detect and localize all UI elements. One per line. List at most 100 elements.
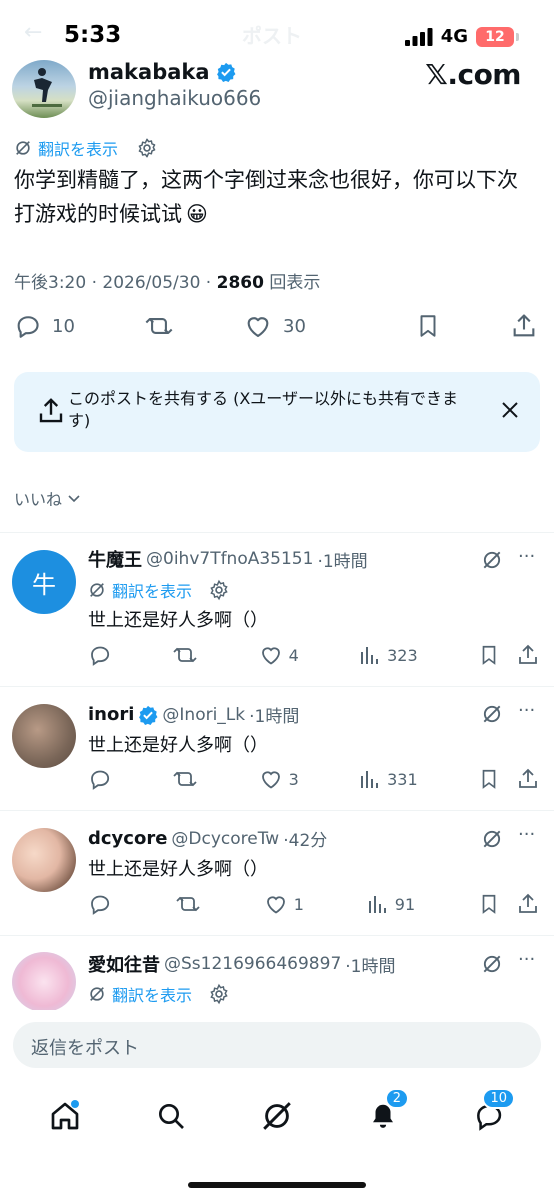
share-upload-icon <box>39 398 63 423</box>
reply-author-name[interactable]: dcycore <box>88 828 167 849</box>
reply-avatar[interactable] <box>12 952 76 1012</box>
translate-link[interactable]: 翻訳を表示 <box>112 982 192 1006</box>
reply-time: ·1時間 <box>345 956 396 977</box>
reply-author-name[interactable]: 愛如往昔 <box>88 951 160 977</box>
views-button[interactable]: 331 <box>359 768 418 790</box>
reply-button[interactable]: 10 <box>14 312 75 340</box>
author-name[interactable]: makabaka <box>88 60 210 84</box>
reply-avatar[interactable] <box>12 704 76 768</box>
reply-icon[interactable] <box>88 767 112 791</box>
views-count: 91 <box>394 894 416 914</box>
search-icon <box>159 1104 184 1129</box>
like-button[interactable]: 3 <box>259 767 299 791</box>
reply-handle[interactable]: @Ss1216966469897 <box>164 954 341 974</box>
like-count: 4 <box>288 645 299 665</box>
heart-icon <box>266 896 285 914</box>
heart-icon <box>247 317 269 337</box>
more-icon[interactable]: ··· <box>518 949 535 970</box>
reply-actions: 4 323 <box>88 643 540 667</box>
repost-icon[interactable] <box>172 643 198 667</box>
settings-gear-icon[interactable] <box>208 579 230 601</box>
share-icon[interactable] <box>516 767 540 791</box>
reply-time: ·1時間 <box>249 707 300 727</box>
reply-handle[interactable]: @0ihv7TfnoA35151 <box>146 549 313 569</box>
settings-gear-icon[interactable] <box>208 983 230 1005</box>
reply-count: 10 <box>52 315 75 337</box>
reply-avatar[interactable]: 牛 <box>12 550 76 614</box>
views-chart-icon <box>361 771 379 788</box>
bookmark-icon[interactable] <box>478 767 500 791</box>
divider <box>0 686 554 687</box>
tweet-meta: 午後3:20 · 2026/05/30 · 2860 回表示 <box>14 273 321 293</box>
more-icon[interactable]: ··· <box>518 546 535 567</box>
like-button[interactable]: 1 <box>264 892 304 916</box>
verified-badge-icon <box>139 705 158 725</box>
settings-gear-icon[interactable] <box>136 137 158 159</box>
share-icon[interactable] <box>516 643 540 667</box>
page-title: ポスト <box>242 24 302 48</box>
tweet-time[interactable]: 午後3:20 <box>14 273 86 293</box>
sort-dropdown[interactable]: いいね <box>14 486 82 510</box>
share-icon[interactable] <box>516 892 540 916</box>
views-button[interactable]: 323 <box>359 644 418 666</box>
like-button[interactable]: 4 <box>259 643 299 667</box>
reply-handle[interactable]: @DcycoreTw <box>171 829 279 849</box>
tab-notifications[interactable]: 2 <box>361 1088 409 1138</box>
grok-icon[interactable] <box>481 549 503 571</box>
reply-author-name[interactable]: inori <box>88 704 134 725</box>
reply-actions: 3 331 <box>88 767 540 791</box>
share-icon <box>513 314 535 337</box>
like-count: 1 <box>293 894 304 914</box>
tweet-date[interactable]: 2026/05/30 <box>102 273 200 293</box>
unread-dot <box>71 1100 79 1108</box>
more-icon[interactable]: ··· <box>518 700 535 721</box>
views-button[interactable]: 91 <box>367 893 415 915</box>
author-name-row[interactable]: makabaka <box>88 60 236 84</box>
reply-handle[interactable]: @Inori_Lk <box>162 705 245 725</box>
tweet-text: 你学到精髓了，这两个字倒过来念也很好，你可以下次打游戏的时候试试 😀 <box>14 163 534 231</box>
translate-row[interactable]: 翻訳を表示 <box>14 136 158 160</box>
more-icon[interactable]: ··· <box>518 824 535 845</box>
reply-header[interactable]: 牛魔王 @0ihv7TfnoA35151·1時間 <box>88 546 368 572</box>
tab-search[interactable] <box>149 1094 193 1138</box>
reply-icon[interactable] <box>88 643 112 667</box>
tab-home[interactable] <box>43 1094 87 1138</box>
tab-messages[interactable]: 10 <box>467 1088 515 1138</box>
x-site-label: 𝕏.com <box>425 58 521 91</box>
translate-link[interactable]: 翻訳を表示 <box>38 136 118 160</box>
home-indicator <box>188 1182 366 1188</box>
repost-button[interactable] <box>144 312 174 340</box>
author-handle[interactable]: @jianghaikuo666 <box>88 86 261 110</box>
share-button[interactable] <box>510 312 538 340</box>
back-button[interactable]: ← <box>24 20 42 45</box>
grok-icon[interactable] <box>481 953 503 975</box>
reply-input[interactable]: 返信をポスト <box>13 1022 541 1068</box>
bookmark-icon[interactable] <box>478 643 500 667</box>
reply-text: 世上还是好人多啊（） <box>88 859 268 880</box>
repost-icon[interactable] <box>175 892 201 916</box>
repost-icon[interactable] <box>172 767 198 791</box>
reply-author-name[interactable]: 牛魔王 <box>88 546 142 572</box>
reply-header[interactable]: 愛如往昔 @Ss1216966469897·1時間 <box>88 951 396 977</box>
close-icon[interactable] <box>500 400 520 420</box>
tab-grok[interactable] <box>255 1094 299 1138</box>
reply-header[interactable]: inori @Inori_Lk ·1時間 <box>88 702 299 727</box>
view-label: 回表示 <box>269 273 321 293</box>
bookmark-icon[interactable] <box>478 892 500 916</box>
divider <box>0 935 554 936</box>
heart-icon <box>261 647 280 665</box>
grok-icon[interactable] <box>481 828 503 850</box>
reply-avatar[interactable] <box>12 828 76 892</box>
reply-icon[interactable] <box>88 892 112 916</box>
author-avatar[interactable] <box>12 60 76 118</box>
status-time: 5:33 <box>64 22 122 48</box>
bookmark-button[interactable] <box>415 312 441 340</box>
translate-link[interactable]: 翻訳を表示 <box>112 578 192 602</box>
smile-emoji: 😀 <box>186 202 208 226</box>
grok-icon[interactable] <box>481 703 503 725</box>
reply-header[interactable]: dcycore @DcycoreTw ·42分 <box>88 826 327 851</box>
like-button[interactable]: 30 <box>243 312 306 340</box>
reply-translate-row[interactable]: 翻訳を表示 <box>88 982 230 1006</box>
reply-translate-row[interactable]: 翻訳を表示 <box>88 578 230 602</box>
like-count: 3 <box>288 769 299 789</box>
